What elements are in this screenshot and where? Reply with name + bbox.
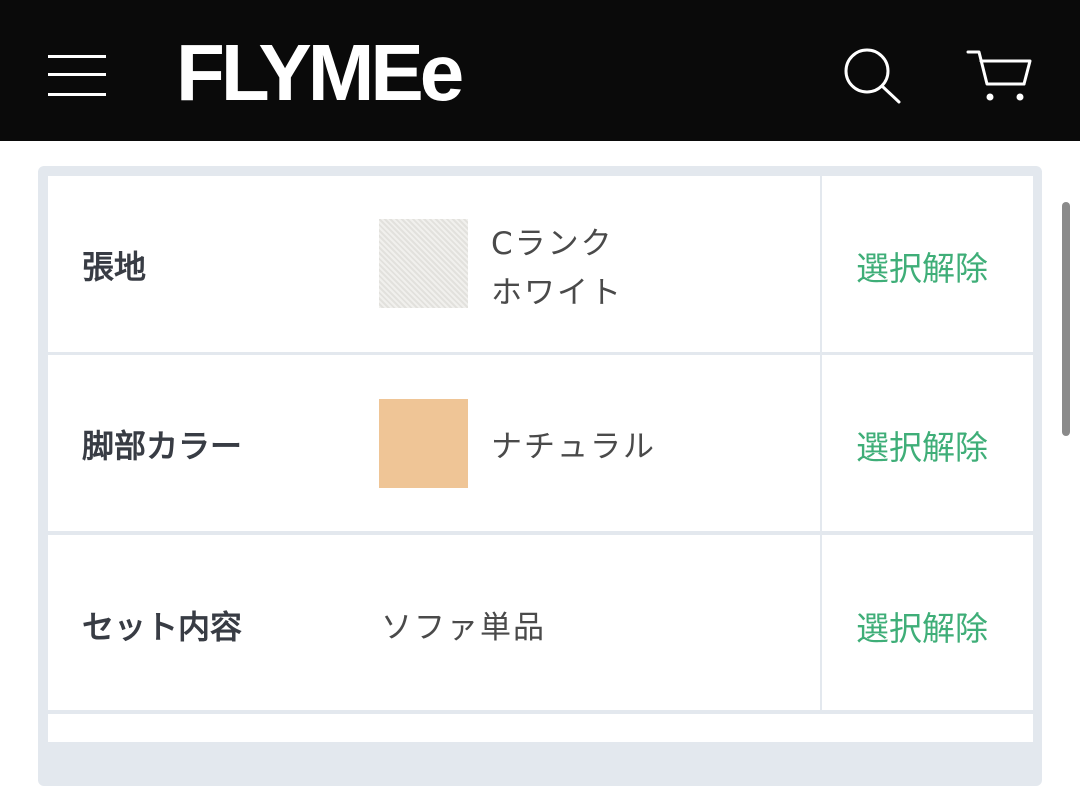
app-header: FLYMEe [0,0,1080,141]
search-icon[interactable] [840,44,902,106]
menu-line [48,55,106,58]
column-divider [820,535,822,710]
fabric-swatch [379,219,468,308]
leg-color-swatch [379,399,468,488]
option-value-line2: ホワイト [491,275,623,311]
brand-logo[interactable]: FLYMEe [176,28,464,118]
option-label: セット内容 [82,608,243,646]
option-row-fabric: 張地 Cランク ホワイト 選択解除 [48,176,1033,352]
option-row-leg-color: 脚部カラー ナチュラル 選択解除 [48,355,1033,531]
cart-icon[interactable] [966,44,1032,106]
column-divider [820,355,822,531]
option-value: ソファ単品 [381,610,546,646]
option-value: ナチュラル [491,429,656,465]
option-row-set-contents: セット内容 ソファ単品 選択解除 [48,535,1033,710]
deselect-button[interactable]: 選択解除 [856,242,988,290]
deselect-button[interactable]: 選択解除 [856,421,988,469]
menu-line [48,73,106,76]
option-label: 張地 [82,248,147,286]
column-divider [820,176,822,352]
scrollbar[interactable] [1062,202,1070,436]
option-label: 脚部カラー [82,427,243,465]
option-row [48,714,1033,742]
menu-line [48,93,106,96]
option-value-line1: Cランク [491,226,614,262]
hamburger-menu-icon[interactable] [48,52,106,98]
deselect-button[interactable]: 選択解除 [856,602,988,650]
